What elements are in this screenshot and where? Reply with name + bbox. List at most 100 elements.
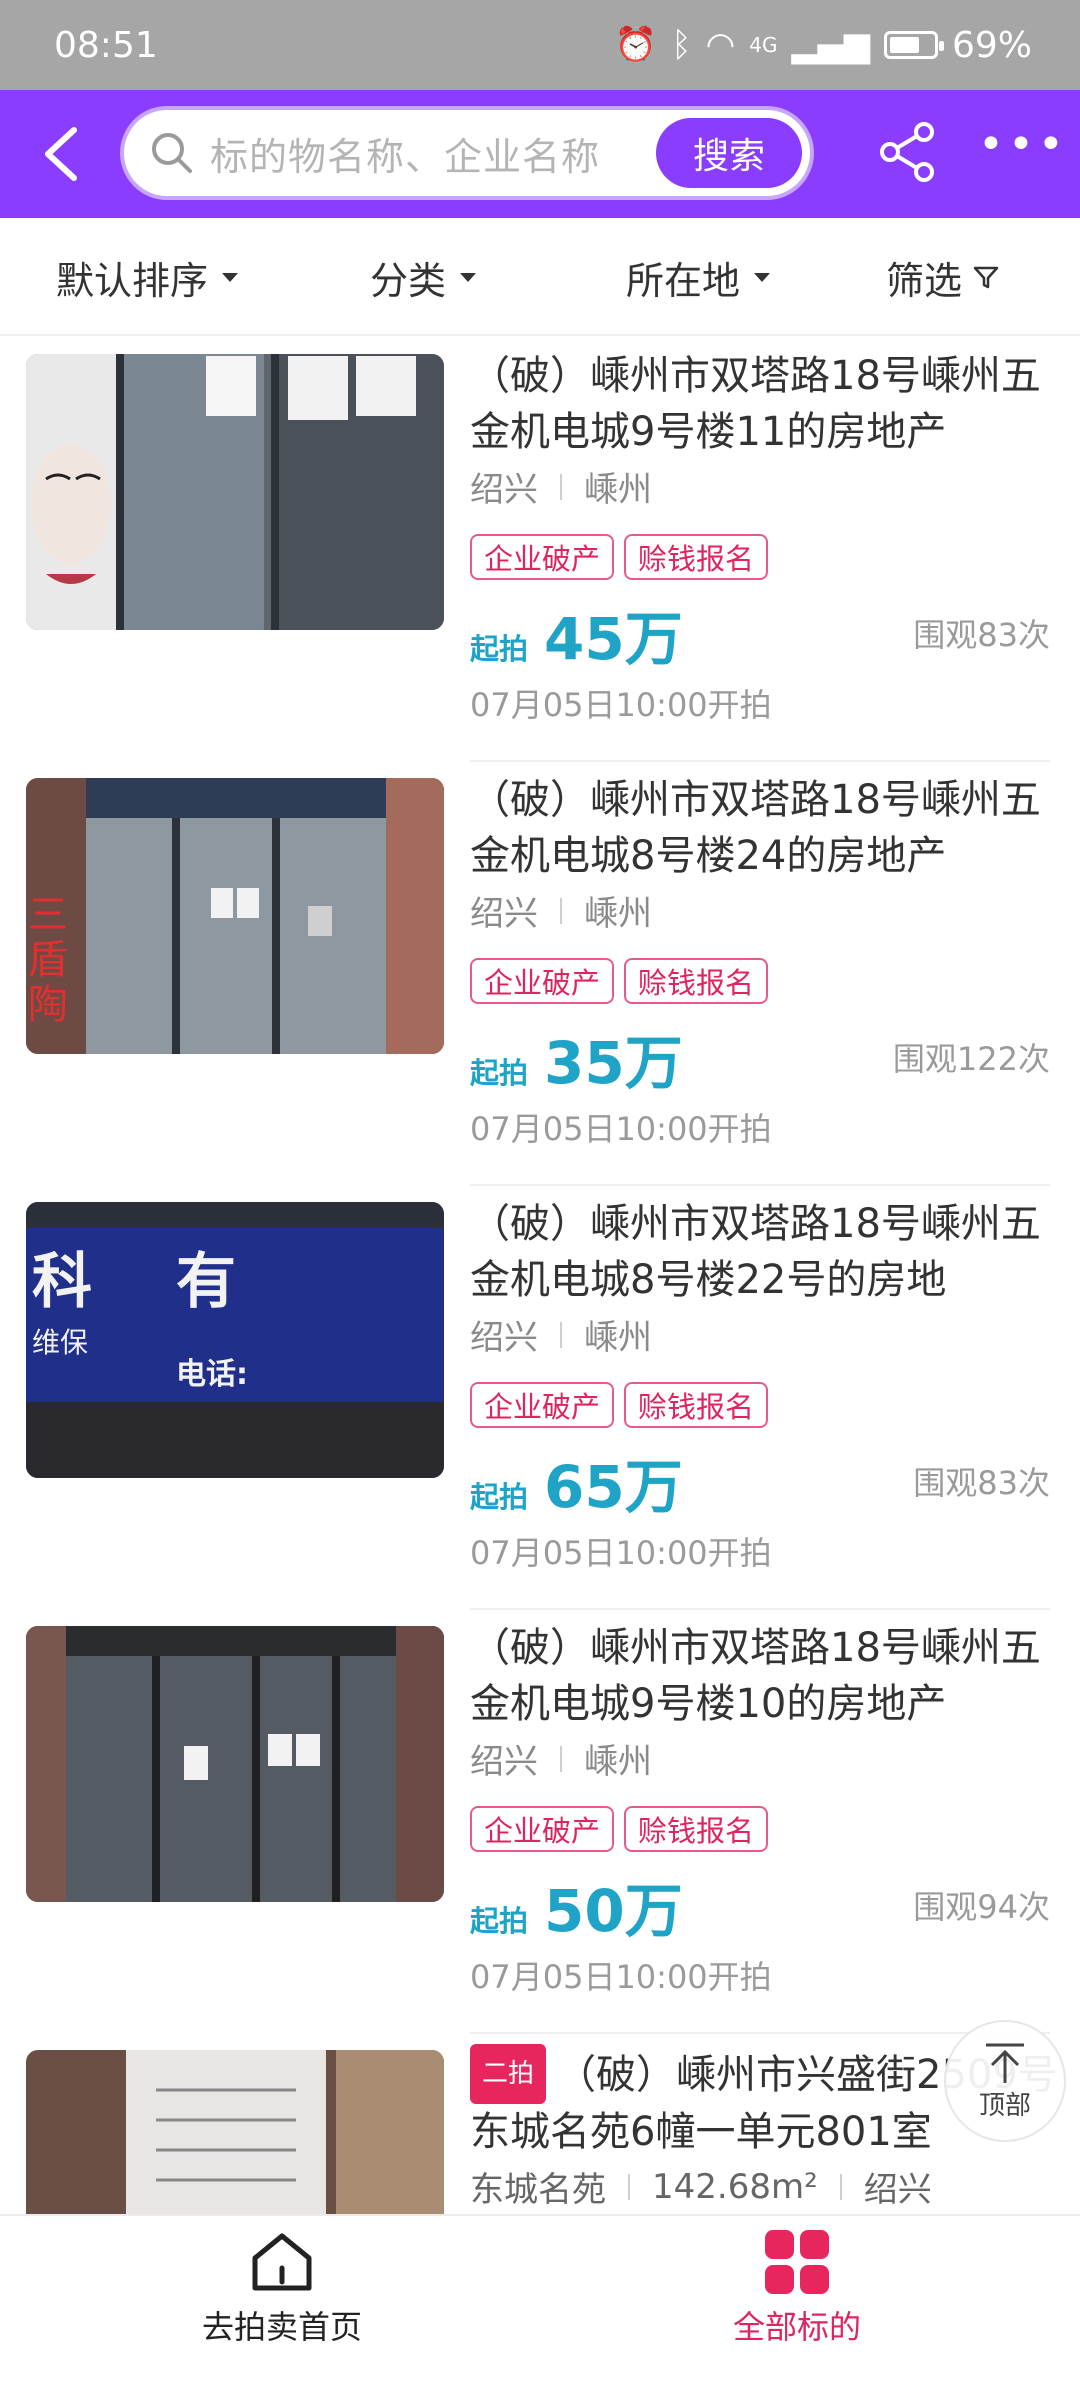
alarm-icon: ⏰: [614, 25, 658, 65]
search-input[interactable]: 标的物名称、企业名称: [210, 126, 600, 181]
funnel-icon: [973, 266, 999, 289]
more-icon[interactable]: •••: [978, 120, 1064, 184]
item-district: 嵊州: [584, 1318, 652, 1358]
item-city: 绍兴: [470, 470, 538, 510]
home-icon: [252, 2233, 312, 2291]
list-item[interactable]: 科 有 维保 电话: （破）嵊州市双塔路18号嵊州五金机电城8号楼22号的房地 …: [0, 1186, 1080, 1610]
item-title[interactable]: （破）嵊州市双塔路18号嵊州五金机电城9号楼10的房地产: [470, 1620, 1060, 1732]
status-bar: 08:51 ⏰ ᛒ ◠ 4G ▂▄▆ 69%: [0, 0, 1080, 90]
battery-icon: [883, 31, 944, 59]
tab-all-items-label: 全部标的: [732, 2308, 861, 2346]
search-box[interactable]: 标的物名称、企业名称 搜索: [120, 106, 814, 200]
item-views: 围观122次: [892, 1040, 1050, 1078]
share-icon[interactable]: [876, 120, 940, 184]
svg-text:电话:: 电话:: [176, 1357, 248, 1392]
separator: [839, 2173, 842, 2200]
item-title[interactable]: （破）嵊州市双塔路18号嵊州五金机电城8号楼24的房地产: [470, 772, 1060, 884]
item-price: 起拍 45万: [470, 592, 683, 676]
start-price-value: 50万: [544, 1877, 683, 1945]
start-price-value: 65万: [544, 1453, 683, 1521]
filter-location[interactable]: 所在地: [626, 218, 771, 336]
item-start-time: 07月05日10:00开拍: [470, 1534, 772, 1572]
item-tags: 企业破产 赊钱报名: [470, 534, 769, 580]
tag-credit-signup: 赊钱报名: [624, 1806, 769, 1852]
separator: [560, 1321, 562, 1348]
svg-text:三: 三: [28, 892, 68, 938]
item-photo: [26, 1626, 444, 1902]
tag-bankruptcy: 企业破产: [470, 958, 615, 1004]
filter-location-label: 所在地: [626, 258, 741, 303]
item-views: 围观83次: [913, 616, 1050, 654]
item-location: 绍兴 嵊州: [470, 886, 652, 935]
list-item[interactable]: （破）嵊州市双塔路18号嵊州五金机电城9号楼11的房地产 绍兴 嵊州 企业破产 …: [0, 338, 1080, 762]
start-price-label: 起拍: [470, 632, 529, 666]
item-photo: 科 有 维保 电话:: [26, 1202, 444, 1478]
signal-icon: ▂▄▆: [791, 25, 870, 65]
tab-auction-home-label: 去拍卖首页: [201, 2308, 362, 2346]
list-item[interactable]: 二拍 （破）嵊州市兴盛街2509号东城名苑6幢一单元801室 东城名苑 142.6…: [0, 2034, 1080, 2214]
second-auction-badge: 二拍: [470, 2044, 547, 2104]
separator: [560, 1745, 562, 1772]
search-button[interactable]: 搜索: [656, 118, 802, 188]
chevron-left-icon: [45, 127, 77, 181]
list-item[interactable]: （破）嵊州市双塔路18号嵊州五金机电城9号楼10的房地产 绍兴 嵊州 企业破产 …: [0, 1610, 1080, 2034]
arrow-up-icon: [986, 2043, 1024, 2083]
wifi-icon: ◠: [705, 25, 736, 65]
filter-category[interactable]: 分类: [370, 218, 477, 336]
svg-text:陶: 陶: [28, 982, 68, 1028]
item-district: 嵊州: [584, 894, 652, 934]
item-city: 绍兴: [863, 2170, 932, 2210]
filter-sort[interactable]: 默认排序: [56, 218, 239, 336]
list-item[interactable]: 三 盾 陶 （破）嵊州市双塔路18号嵊州五金机电城8号楼24的房地产 绍兴 嵊州…: [0, 762, 1080, 1186]
item-views: 围观94次: [913, 1888, 1050, 1926]
item-views: 围观83次: [913, 1464, 1050, 1502]
item-city: 绍兴: [470, 1318, 538, 1358]
tab-auction-home[interactable]: 去拍卖首页: [132, 2230, 432, 2370]
status-icons: ⏰ ᛒ ◠ 4G ▂▄▆ 69%: [615, 25, 1032, 66]
start-price-value: 45万: [544, 605, 683, 673]
item-city: 绍兴: [470, 894, 538, 934]
item-title[interactable]: （破）嵊州市双塔路18号嵊州五金机电城9号楼11的房地产: [470, 348, 1060, 460]
filter-sort-label: 默认排序: [56, 258, 209, 303]
start-price-label: 起拍: [470, 1056, 529, 1090]
search-icon: [152, 133, 192, 173]
status-time: 08:51: [54, 24, 158, 66]
tab-all-items[interactable]: 全部标的: [647, 2230, 947, 2370]
svg-text:科: 科: [32, 1247, 92, 1317]
item-location: 绍兴 嵊州: [470, 462, 652, 511]
bottom-tab-bar: 去拍卖首页 全部标的: [0, 2214, 1080, 2382]
item-district: 嵊州: [584, 470, 652, 510]
svg-text:维保: 维保: [32, 1326, 88, 1359]
back-to-top-button[interactable]: 顶部: [944, 2020, 1066, 2142]
item-photo: 三 盾 陶: [26, 778, 444, 1054]
start-price-value: 35万: [544, 1029, 683, 1097]
caret-down-icon: [222, 272, 239, 282]
item-tags: 企业破产 赊钱报名: [470, 958, 769, 1004]
bluetooth-icon: ᛒ: [671, 25, 692, 65]
filter-screen[interactable]: 筛选: [886, 218, 1000, 336]
caret-down-icon: [754, 272, 771, 282]
item-start-time: 07月05日10:00开拍: [470, 686, 772, 724]
caret-down-icon: [460, 272, 477, 282]
item-location: 绍兴 嵊州: [470, 1310, 652, 1359]
back-to-top-label: 顶部: [978, 2090, 1031, 2121]
item-tags: 企业破产 赊钱报名: [470, 1382, 769, 1428]
tag-credit-signup: 赊钱报名: [624, 1382, 769, 1428]
item-price: 起拍 65万: [470, 1440, 683, 1524]
item-city: 绍兴: [470, 1742, 538, 1782]
item-photo: [26, 354, 444, 630]
tag-bankruptcy: 企业破产: [470, 534, 615, 580]
network-type: 4G: [749, 33, 778, 57]
item-area: 142.68m²: [652, 2166, 818, 2207]
item-photo: [26, 2050, 444, 2214]
back-button[interactable]: [0, 90, 120, 218]
separator: [628, 2173, 630, 2200]
tag-credit-signup: 赊钱报名: [624, 534, 769, 580]
filter-bar: 默认排序 分类 所在地 筛选: [0, 218, 1080, 336]
item-location: 绍兴 嵊州: [470, 1734, 652, 1783]
item-meta: 东城名苑 142.68m² 绍兴: [470, 2162, 932, 2211]
separator: [560, 897, 562, 924]
item-title[interactable]: （破）嵊州市双塔路18号嵊州五金机电城8号楼22号的房地: [470, 1196, 1060, 1308]
tag-credit-signup: 赊钱报名: [624, 958, 769, 1004]
battery-percent: 69%: [951, 24, 1032, 66]
